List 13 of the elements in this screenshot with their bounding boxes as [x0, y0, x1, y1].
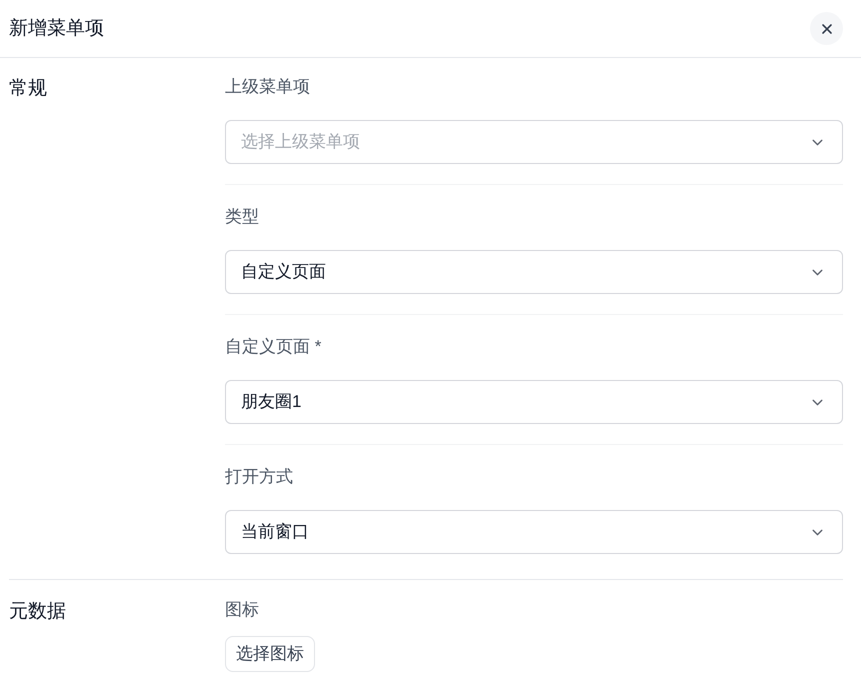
- field-label: 自定义页面 *: [225, 336, 322, 358]
- select-field[interactable]: 当前窗口: [225, 510, 843, 554]
- close-button[interactable]: [810, 12, 843, 45]
- select-field[interactable]: 自定义页面: [225, 250, 843, 294]
- select-field[interactable]: 朋友圈1: [225, 380, 843, 424]
- field-label: 图标: [225, 599, 259, 621]
- field-label: 类型: [225, 206, 259, 228]
- choose-icon-button[interactable]: 选择图标: [225, 636, 315, 672]
- field-label: 打开方式: [225, 466, 293, 488]
- field-label: 上级菜单项: [225, 76, 310, 98]
- section-title: 元数据: [9, 601, 66, 622]
- dialog-title: 新增菜单项: [9, 16, 104, 40]
- section-title: 常规: [9, 78, 47, 99]
